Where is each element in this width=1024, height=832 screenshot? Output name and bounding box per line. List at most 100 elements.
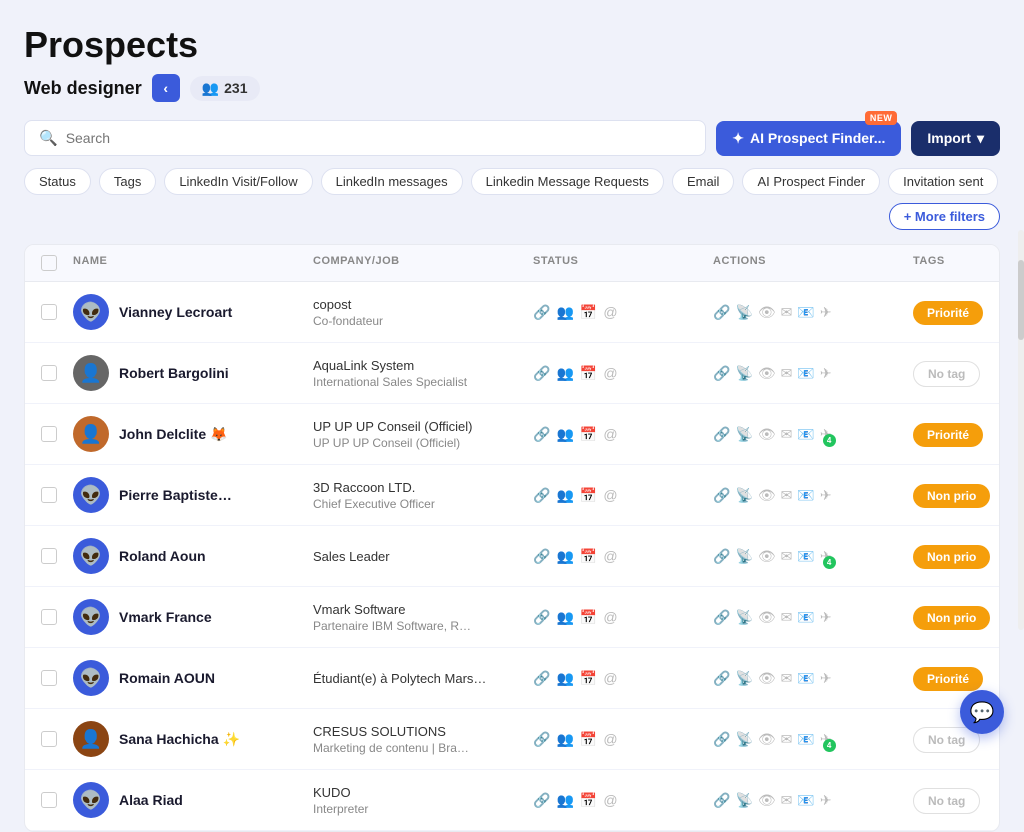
eye-icon[interactable]: 👁 <box>758 365 776 382</box>
prospect-name[interactable]: Vmark France <box>119 609 212 625</box>
eye-icon[interactable]: 👁 <box>758 487 776 504</box>
tag-cell[interactable]: Non prio <box>913 609 1000 625</box>
eye-icon[interactable]: 👁 <box>758 548 776 565</box>
prospect-name[interactable]: Alaa Riad <box>119 792 183 808</box>
signal-icon[interactable]: 📡 <box>735 365 752 382</box>
company-status-icon[interactable]: 👥 <box>556 487 573 504</box>
company-status-icon[interactable]: 👥 <box>556 426 573 443</box>
import-button[interactable]: Import ▾ <box>911 121 1000 156</box>
eye-icon[interactable]: 👁 <box>758 304 776 321</box>
calendar-status-icon[interactable]: 📅 <box>580 365 597 382</box>
link-status-icon[interactable]: 🔗 <box>533 426 550 443</box>
tag-cell[interactable]: Non prio <box>913 548 1000 564</box>
filter-chip-linkedin-visit/follow[interactable]: LinkedIn Visit/Follow <box>164 168 312 195</box>
calendar-status-icon[interactable]: 📅 <box>580 487 597 504</box>
envelope-icon[interactable]: 📧 <box>797 487 814 504</box>
link-action-icon[interactable]: 🔗 <box>713 731 730 748</box>
envelope-icon[interactable]: 📧 <box>797 548 814 565</box>
send-icon[interactable]: ✈4 <box>820 731 832 748</box>
link-status-icon[interactable]: 🔗 <box>533 548 550 565</box>
row-checkbox-6[interactable] <box>41 670 57 686</box>
prospect-name[interactable]: Pierre Baptiste… <box>119 487 232 503</box>
send-icon[interactable]: ✈ <box>820 792 832 809</box>
eye-icon[interactable]: 👁 <box>758 792 776 809</box>
row-checkbox-4[interactable] <box>41 548 57 564</box>
company-status-icon[interactable]: 👥 <box>556 365 573 382</box>
mail-icon[interactable]: ✉ <box>781 609 793 626</box>
envelope-icon[interactable]: 📧 <box>797 365 814 382</box>
eye-icon[interactable]: 👁 <box>758 426 776 443</box>
filter-chip-linkedin-message-requests[interactable]: Linkedin Message Requests <box>471 168 664 195</box>
eye-icon[interactable]: 👁 <box>758 731 776 748</box>
company-status-icon[interactable]: 👥 <box>556 548 573 565</box>
calendar-status-icon[interactable]: 📅 <box>580 426 597 443</box>
select-all-checkbox[interactable] <box>41 255 57 271</box>
signal-icon[interactable]: 📡 <box>735 487 752 504</box>
link-action-icon[interactable]: 🔗 <box>713 304 730 321</box>
signal-icon[interactable]: 📡 <box>735 609 752 626</box>
link-action-icon[interactable]: 🔗 <box>713 365 730 382</box>
email-status-icon[interactable]: @ <box>603 548 617 564</box>
link-action-icon[interactable]: 🔗 <box>713 548 730 565</box>
email-status-icon[interactable]: @ <box>603 609 617 625</box>
send-icon[interactable]: ✈ <box>820 609 832 626</box>
send-icon[interactable]: ✈ <box>820 304 832 321</box>
prospect-name[interactable]: Vianney Lecroart <box>119 304 232 320</box>
mail-icon[interactable]: ✉ <box>781 548 793 565</box>
send-icon[interactable]: ✈4 <box>820 426 832 443</box>
row-checkbox-8[interactable] <box>41 792 57 808</box>
company-status-icon[interactable]: 👥 <box>556 304 573 321</box>
link-status-icon[interactable]: 🔗 <box>533 670 550 687</box>
signal-icon[interactable]: 📡 <box>735 731 752 748</box>
eye-icon[interactable]: 👁 <box>758 609 776 626</box>
tag-cell[interactable]: Non prio <box>913 487 1000 503</box>
more-filters-button[interactable]: + More filters <box>889 203 1000 230</box>
tag-cell[interactable]: No tag <box>913 792 1000 808</box>
filter-chip-status[interactable]: Status <box>24 168 91 195</box>
link-status-icon[interactable]: 🔗 <box>533 304 550 321</box>
email-status-icon[interactable]: @ <box>603 487 617 503</box>
company-status-icon[interactable]: 👥 <box>556 731 573 748</box>
email-status-icon[interactable]: @ <box>603 792 617 808</box>
company-status-icon[interactable]: 👥 <box>556 792 573 809</box>
email-status-icon[interactable]: @ <box>603 365 617 381</box>
link-status-icon[interactable]: 🔗 <box>533 487 550 504</box>
calendar-status-icon[interactable]: 📅 <box>580 670 597 687</box>
prospect-name[interactable]: Robert Bargolini <box>119 365 229 381</box>
row-checkbox-0[interactable] <box>41 304 57 320</box>
eye-icon[interactable]: 👁 <box>758 670 776 687</box>
row-checkbox-7[interactable] <box>41 731 57 747</box>
envelope-icon[interactable]: 📧 <box>797 609 814 626</box>
mail-icon[interactable]: ✉ <box>781 487 793 504</box>
signal-icon[interactable]: 📡 <box>735 304 752 321</box>
signal-icon[interactable]: 📡 <box>735 670 752 687</box>
mail-icon[interactable]: ✉ <box>781 365 793 382</box>
mail-icon[interactable]: ✉ <box>781 792 793 809</box>
calendar-status-icon[interactable]: 📅 <box>580 731 597 748</box>
link-action-icon[interactable]: 🔗 <box>713 792 730 809</box>
search-input[interactable] <box>66 130 692 146</box>
mail-icon[interactable]: ✉ <box>781 304 793 321</box>
row-checkbox-5[interactable] <box>41 609 57 625</box>
signal-icon[interactable]: 📡 <box>735 792 752 809</box>
link-status-icon[interactable]: 🔗 <box>533 365 550 382</box>
row-checkbox-1[interactable] <box>41 365 57 381</box>
prospect-name[interactable]: Sana Hachicha ✨ <box>119 731 240 748</box>
envelope-icon[interactable]: 📧 <box>797 792 814 809</box>
scrollbar-track[interactable] <box>1018 230 1024 630</box>
link-status-icon[interactable]: 🔗 <box>533 731 550 748</box>
email-status-icon[interactable]: @ <box>603 731 617 747</box>
link-action-icon[interactable]: 🔗 <box>713 670 730 687</box>
calendar-status-icon[interactable]: 📅 <box>580 792 597 809</box>
tag-cell[interactable]: Priorité <box>913 426 1000 442</box>
envelope-icon[interactable]: 📧 <box>797 670 814 687</box>
row-checkbox-2[interactable] <box>41 426 57 442</box>
back-button[interactable]: ‹ <box>152 74 180 102</box>
link-action-icon[interactable]: 🔗 <box>713 487 730 504</box>
mail-icon[interactable]: ✉ <box>781 731 793 748</box>
filter-chip-ai-prospect-finder[interactable]: AI Prospect Finder <box>742 168 880 195</box>
envelope-icon[interactable]: 📧 <box>797 304 814 321</box>
company-status-icon[interactable]: 👥 <box>556 609 573 626</box>
send-icon[interactable]: ✈ <box>820 365 832 382</box>
tag-cell[interactable]: No tag <box>913 365 1000 381</box>
